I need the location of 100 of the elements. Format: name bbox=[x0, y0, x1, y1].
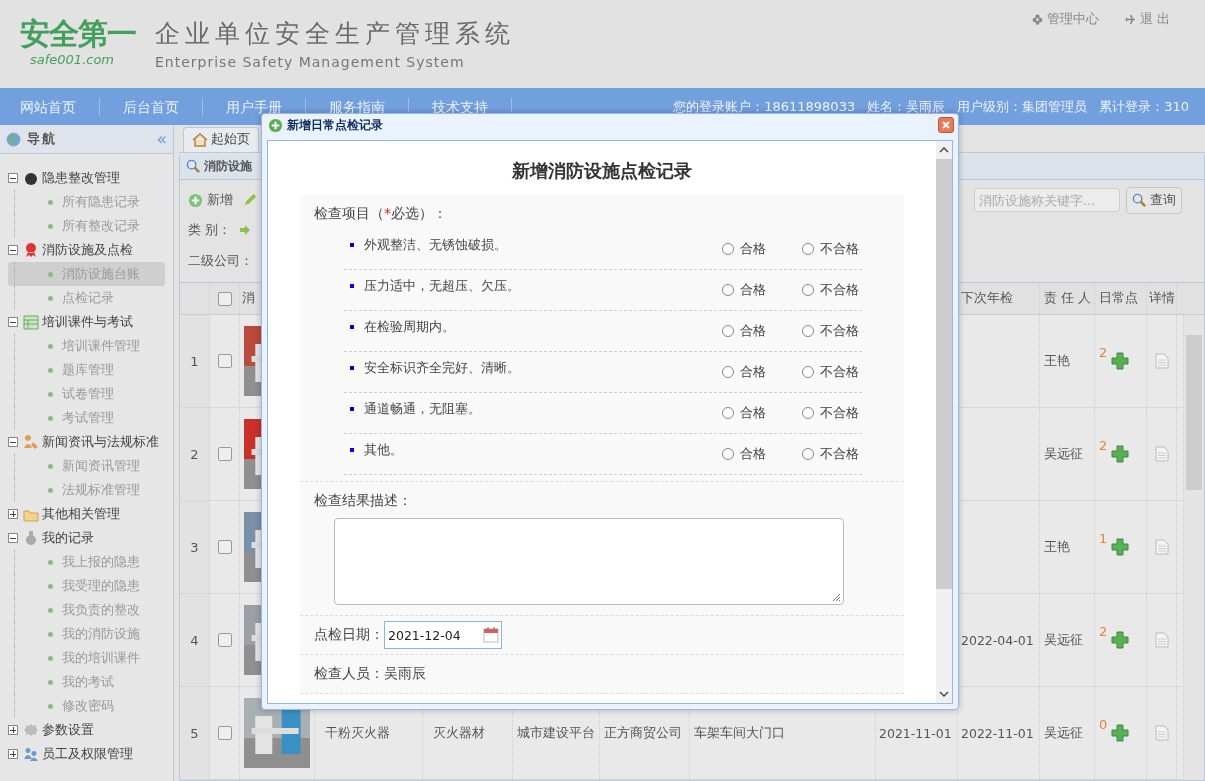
user-info: 您的登录账户：18611898033 bbox=[673, 97, 856, 116]
add-button[interactable]: 新增 bbox=[188, 191, 233, 209]
tree-group[interactable]: 员工及权限管理 bbox=[8, 742, 165, 766]
add-icon[interactable] bbox=[1111, 352, 1130, 370]
tree-item[interactable]: 修改密码 bbox=[8, 694, 165, 718]
tree-group[interactable]: 隐患整改管理 bbox=[8, 166, 165, 190]
radio-option[interactable]: 不合格 bbox=[802, 445, 862, 463]
check-count: 0 bbox=[1099, 717, 1108, 732]
result-textarea[interactable] bbox=[334, 518, 844, 605]
toggle-icon[interactable] bbox=[8, 173, 18, 183]
toggle-icon[interactable] bbox=[8, 749, 18, 759]
row-number: 2 bbox=[180, 408, 210, 500]
scrollbar[interactable] bbox=[1183, 315, 1204, 780]
toggle-icon[interactable] bbox=[8, 725, 18, 735]
column-header: 日常点 bbox=[1095, 283, 1147, 314]
row-number: 1 bbox=[180, 315, 210, 407]
collapse-button[interactable]: « bbox=[156, 129, 167, 149]
tree-group[interactable]: 培训课件与考试 bbox=[8, 310, 165, 334]
tree-item[interactable]: 我的消防设施 bbox=[8, 622, 165, 646]
tree-item[interactable]: 所有隐患记录 bbox=[8, 190, 165, 214]
check-count: 1 bbox=[1099, 531, 1108, 546]
logo-text: 安全第一 bbox=[20, 16, 135, 52]
scrollbar[interactable] bbox=[936, 141, 952, 703]
flower-icon bbox=[1031, 13, 1043, 25]
tree-group[interactable]: 参数设置 bbox=[8, 718, 165, 742]
user-info: 用户级别：集团管理员 bbox=[957, 97, 1088, 116]
plus-icon bbox=[188, 192, 203, 208]
category-label: 类 别： bbox=[188, 220, 232, 239]
add-icon[interactable] bbox=[1111, 631, 1130, 649]
toggle-icon[interactable] bbox=[8, 533, 18, 543]
resize-grip-icon[interactable] bbox=[831, 592, 841, 602]
group-icon bbox=[23, 170, 39, 186]
add-icon[interactable] bbox=[1111, 538, 1130, 556]
header-link[interactable]: 退 出 bbox=[1139, 10, 1170, 28]
checkbox[interactable] bbox=[217, 726, 232, 740]
checkbox[interactable] bbox=[217, 354, 232, 368]
radio-option[interactable]: 合格 bbox=[722, 404, 802, 422]
add-icon bbox=[268, 117, 283, 133]
row-number: 3 bbox=[180, 501, 210, 593]
check-item: 其他。 bbox=[364, 441, 404, 459]
tree-item[interactable]: 我负责的整改 bbox=[8, 598, 165, 622]
tree-item[interactable]: 我上报的隐患 bbox=[8, 550, 165, 574]
radio-option[interactable]: 合格 bbox=[722, 445, 802, 463]
search-button[interactable]: 查询 bbox=[1126, 186, 1182, 214]
add-icon[interactable] bbox=[1111, 445, 1130, 463]
search-field[interactable]: 消防设施称关键字... bbox=[974, 188, 1120, 212]
scroll-down-icon[interactable] bbox=[939, 691, 949, 697]
tree-item[interactable]: 法规标准管理 bbox=[8, 478, 165, 502]
group-icon bbox=[23, 722, 39, 738]
toggle-icon[interactable] bbox=[8, 245, 18, 255]
user-info: 累计登录：310 bbox=[1099, 97, 1189, 116]
radio-option[interactable]: 合格 bbox=[722, 240, 802, 258]
tree-item[interactable]: 我受理的隐患 bbox=[8, 574, 165, 598]
checkbox[interactable] bbox=[217, 447, 232, 461]
checkbox[interactable] bbox=[217, 540, 232, 554]
toggle-icon[interactable] bbox=[8, 437, 18, 447]
radio-option[interactable]: 不合格 bbox=[802, 281, 862, 299]
tree-group[interactable]: 消防设施及点检 bbox=[8, 238, 165, 262]
tree-group[interactable]: 我的记录 bbox=[8, 526, 165, 550]
tree-item[interactable]: 试卷管理 bbox=[8, 382, 165, 406]
tree-item[interactable]: 题库管理 bbox=[8, 358, 165, 382]
radio-option[interactable]: 不合格 bbox=[802, 404, 862, 422]
system-title: 企业单位安全生产管理系统 bbox=[155, 18, 515, 50]
radio-option[interactable]: 合格 bbox=[722, 281, 802, 299]
tree-group[interactable]: 新闻资讯与法规标准 bbox=[8, 430, 165, 454]
date-field[interactable]: 2021-12-04 bbox=[384, 621, 502, 649]
tree-item[interactable]: 所有整改记录 bbox=[8, 214, 165, 238]
close-button[interactable] bbox=[938, 117, 954, 133]
tree-item[interactable]: 培训课件管理 bbox=[8, 334, 165, 358]
radio-option[interactable]: 合格 bbox=[722, 322, 802, 340]
toggle-icon[interactable] bbox=[8, 317, 18, 327]
checkbox[interactable] bbox=[217, 633, 232, 647]
toggle-icon[interactable] bbox=[8, 509, 18, 519]
tab[interactable]: 起始页 bbox=[183, 126, 259, 152]
radio-option[interactable]: 不合格 bbox=[802, 240, 862, 258]
table-cell: 王艳 bbox=[1040, 315, 1095, 407]
table-cell: 吴远征 bbox=[1040, 687, 1095, 779]
add-icon[interactable] bbox=[1111, 724, 1130, 742]
logo-url: safe001.com bbox=[29, 52, 116, 67]
header-link[interactable]: 管理中心 bbox=[1046, 10, 1099, 28]
tree-item[interactable]: 新闻资讯管理 bbox=[8, 454, 165, 478]
nav-link[interactable]: 后台首页 bbox=[100, 97, 203, 116]
search-icon bbox=[1132, 192, 1147, 208]
radio-option[interactable]: 不合格 bbox=[802, 363, 862, 381]
row-number: 5 bbox=[180, 687, 210, 779]
tree-item[interactable]: 我的考试 bbox=[8, 670, 165, 694]
table-cell: 吴远征 bbox=[1040, 594, 1095, 686]
check-item: 通道畅通，无阻塞。 bbox=[364, 400, 482, 418]
tree-item[interactable]: 我的培训课件 bbox=[8, 646, 165, 670]
radio-option[interactable]: 合格 bbox=[722, 363, 802, 381]
nav-link[interactable]: 网站首页 bbox=[0, 97, 100, 116]
tree-group[interactable]: 其他相关管理 bbox=[8, 502, 165, 526]
tree-item[interactable]: 点检记录 bbox=[8, 286, 165, 310]
radio-option[interactable]: 不合格 bbox=[802, 322, 862, 340]
check-item: 压力适中，无超压、欠压。 bbox=[364, 277, 521, 295]
system-subtitle: Enterprise Safety Management System bbox=[155, 54, 466, 70]
checkbox[interactable] bbox=[217, 291, 232, 306]
tree-item[interactable]: 考试管理 bbox=[8, 406, 165, 430]
calendar-icon[interactable] bbox=[483, 627, 499, 643]
scroll-up-icon[interactable] bbox=[939, 147, 949, 153]
